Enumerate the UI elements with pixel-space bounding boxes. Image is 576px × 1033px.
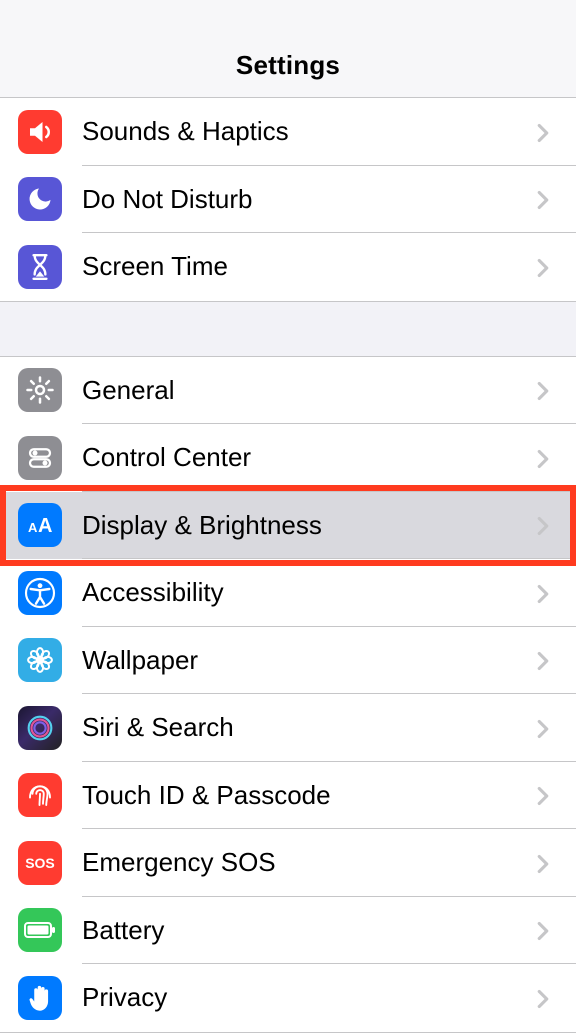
group-gap xyxy=(0,302,576,356)
chevron-right-icon xyxy=(536,921,554,939)
row-label: Sounds & Haptics xyxy=(82,116,536,147)
speaker-icon xyxy=(18,110,62,154)
row-siri-search[interactable]: Siri & Search xyxy=(0,694,576,762)
chevron-right-icon xyxy=(536,719,554,737)
row-general[interactable]: General xyxy=(0,357,576,425)
sos-icon: SOS xyxy=(18,841,62,885)
toggles-icon xyxy=(18,436,62,480)
row-label: Accessibility xyxy=(82,577,536,608)
siri-icon xyxy=(18,706,62,750)
row-display-brightness[interactable]: A A Display & Brightness xyxy=(0,492,576,560)
settings-header: Settings xyxy=(0,0,576,98)
row-label: Touch ID & Passcode xyxy=(82,780,536,811)
flower-icon xyxy=(18,638,62,682)
svg-text:SOS: SOS xyxy=(25,855,55,871)
row-do-not-disturb[interactable]: Do Not Disturb xyxy=(0,166,576,234)
row-label: General xyxy=(82,375,536,406)
chevron-right-icon xyxy=(536,123,554,141)
chevron-right-icon xyxy=(536,786,554,804)
svg-text:A: A xyxy=(38,515,52,537)
chevron-right-icon xyxy=(536,584,554,602)
row-screen-time[interactable]: Screen Time xyxy=(0,233,576,301)
row-label: Display & Brightness xyxy=(82,510,536,541)
accessibility-icon xyxy=(18,571,62,615)
row-battery[interactable]: Battery xyxy=(0,897,576,965)
row-label: Control Center xyxy=(82,442,536,473)
row-control-center[interactable]: Control Center xyxy=(0,424,576,492)
fingerprint-icon xyxy=(18,773,62,817)
chevron-right-icon xyxy=(536,516,554,534)
row-label: Privacy xyxy=(82,982,536,1013)
svg-text:A: A xyxy=(28,520,38,535)
page-title: Settings xyxy=(236,50,340,81)
text-size-icon: A A xyxy=(18,503,62,547)
settings-group-2: General Control Center A A Display xyxy=(0,356,576,1033)
chevron-right-icon xyxy=(536,190,554,208)
row-label: Siri & Search xyxy=(82,712,536,743)
row-accessibility[interactable]: Accessibility xyxy=(0,559,576,627)
moon-icon xyxy=(18,177,62,221)
row-label: Do Not Disturb xyxy=(82,184,536,215)
chevron-right-icon xyxy=(536,381,554,399)
chevron-right-icon xyxy=(536,449,554,467)
row-label: Wallpaper xyxy=(82,645,536,676)
row-label: Battery xyxy=(82,915,536,946)
row-sounds-haptics[interactable]: Sounds & Haptics xyxy=(0,98,576,166)
gear-icon xyxy=(18,368,62,412)
row-wallpaper[interactable]: Wallpaper xyxy=(0,627,576,695)
battery-icon xyxy=(18,908,62,952)
row-label: Screen Time xyxy=(82,251,536,282)
chevron-right-icon xyxy=(536,258,554,276)
chevron-right-icon xyxy=(536,651,554,669)
row-label: Emergency SOS xyxy=(82,847,536,878)
settings-group-1: Sounds & Haptics Do Not Disturb Screen T… xyxy=(0,98,576,302)
chevron-right-icon xyxy=(536,989,554,1007)
row-touch-id-passcode[interactable]: Touch ID & Passcode xyxy=(0,762,576,830)
row-privacy[interactable]: Privacy xyxy=(0,964,576,1032)
hand-icon xyxy=(18,976,62,1020)
row-emergency-sos[interactable]: SOS Emergency SOS xyxy=(0,829,576,897)
hourglass-icon xyxy=(18,245,62,289)
chevron-right-icon xyxy=(536,854,554,872)
